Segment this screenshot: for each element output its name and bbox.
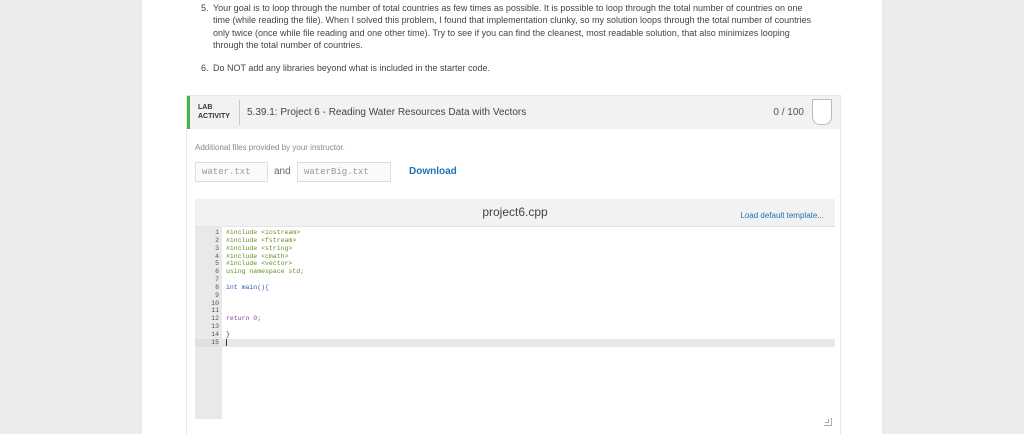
code-line[interactable]: 6 using namespace std; — [195, 268, 835, 276]
score-badge-icon — [812, 99, 832, 125]
resize-handle-icon[interactable] — [824, 418, 832, 426]
code-line[interactable]: 5 #include <vector> — [195, 260, 835, 268]
code-line[interactable]: 11 — [195, 307, 835, 315]
code-text: #include <iostream> — [226, 229, 301, 236]
line-number: 9 — [215, 291, 219, 299]
code-text: #include <vector> — [226, 260, 293, 268]
code-editor-panel: project6.cpp Load default template... 1 #… — [195, 199, 835, 429]
code-text: } — [226, 330, 230, 338]
line-number: 11 — [211, 307, 219, 315]
line-number: 12 — [211, 315, 219, 323]
file-chip-waterbig[interactable]: waterBig.txt — [297, 162, 391, 182]
lab-activity-panel: LAB ACTIVITY 5.39.1: Project 6 - Reading… — [186, 95, 841, 434]
line-number: 7 — [215, 276, 219, 284]
line-number: 13 — [211, 323, 219, 331]
editor-filename: project6.cpp — [482, 205, 548, 219]
line-number: 8 — [215, 283, 219, 291]
code-lines: 1 #include <iostream> 2 #include <fstream> 3… — [195, 229, 835, 347]
code-text: int main(){ — [226, 283, 269, 291]
instructions-list: 5. Your goal is to loop through the numb… — [201, 2, 821, 74]
line-number: 10 — [211, 299, 219, 307]
code-text: #include <string> — [226, 244, 293, 252]
lab-tag-line1: LAB — [198, 104, 213, 111]
line-number: 1 — [215, 229, 219, 236]
file-chip-water[interactable]: water.txt — [195, 162, 268, 182]
instruction-text: Do NOT add any libraries beyond what is … — [213, 62, 490, 73]
text-cursor — [226, 338, 227, 346]
line-number: 14 — [211, 330, 219, 338]
code-line[interactable]: 9 — [195, 292, 835, 300]
code-line[interactable]: 2 #include <fstream> — [195, 237, 835, 245]
line-number: 3 — [215, 244, 219, 252]
code-text: using namespace std; — [226, 268, 305, 276]
score-text: 0 / 100 — [773, 107, 804, 118]
line-number: 5 — [215, 260, 219, 268]
code-line[interactable]: 8 int main(){ — [195, 284, 835, 292]
instruction-number: 5. — [201, 3, 209, 13]
code-line[interactable]: 10 — [195, 300, 835, 308]
download-button[interactable]: Download — [409, 166, 457, 177]
lab-tag-line2: ACTIVITY — [198, 113, 230, 120]
and-label: and — [274, 166, 291, 177]
line-number: 4 — [215, 252, 219, 260]
lab-activity-tag: LAB ACTIVITY — [198, 103, 230, 121]
files-caption: Additional files provided by your instru… — [195, 143, 345, 152]
code-line[interactable]: 4 #include <cmath> — [195, 253, 835, 261]
line-number: 2 — [215, 236, 219, 244]
load-default-template-link[interactable]: Load default template... — [740, 211, 824, 220]
page-content: 5. Your goal is to loop through the numb… — [142, 0, 882, 434]
code-line[interactable]: 12 return 0; — [195, 315, 835, 323]
instruction-text: Your goal is to loop through the number … — [213, 3, 812, 51]
code-editor[interactable]: 1 #include <iostream> 2 #include <fstream> 3… — [195, 226, 835, 429]
lab-title: 5.39.1: Project 6 - Reading Water Resour… — [247, 107, 527, 118]
line-number: 6 — [215, 268, 219, 276]
code-text: #include <cmath> — [226, 252, 289, 260]
instruction-number: 6. — [201, 62, 209, 73]
code-line[interactable]: 3 #include <string> — [195, 245, 835, 253]
line-number: 15 — [195, 338, 219, 347]
code-line[interactable]: 15 — [195, 338, 835, 347]
code-text: #include <fstream> — [226, 236, 297, 244]
divider — [239, 100, 240, 125]
code-line[interactable]: 13 — [195, 323, 835, 331]
instruction-item-6: 6. Do NOT add any libraries beyond what … — [201, 62, 821, 74]
code-text: return 0; — [226, 315, 262, 323]
lab-header: LAB ACTIVITY 5.39.1: Project 6 - Reading… — [187, 96, 840, 129]
code-line[interactable]: 1 #include <iostream> — [195, 229, 835, 237]
code-line[interactable]: 7 — [195, 276, 835, 284]
code-line[interactable]: 14} — [195, 331, 835, 339]
instruction-item-5: 5. Your goal is to loop through the numb… — [201, 2, 821, 52]
